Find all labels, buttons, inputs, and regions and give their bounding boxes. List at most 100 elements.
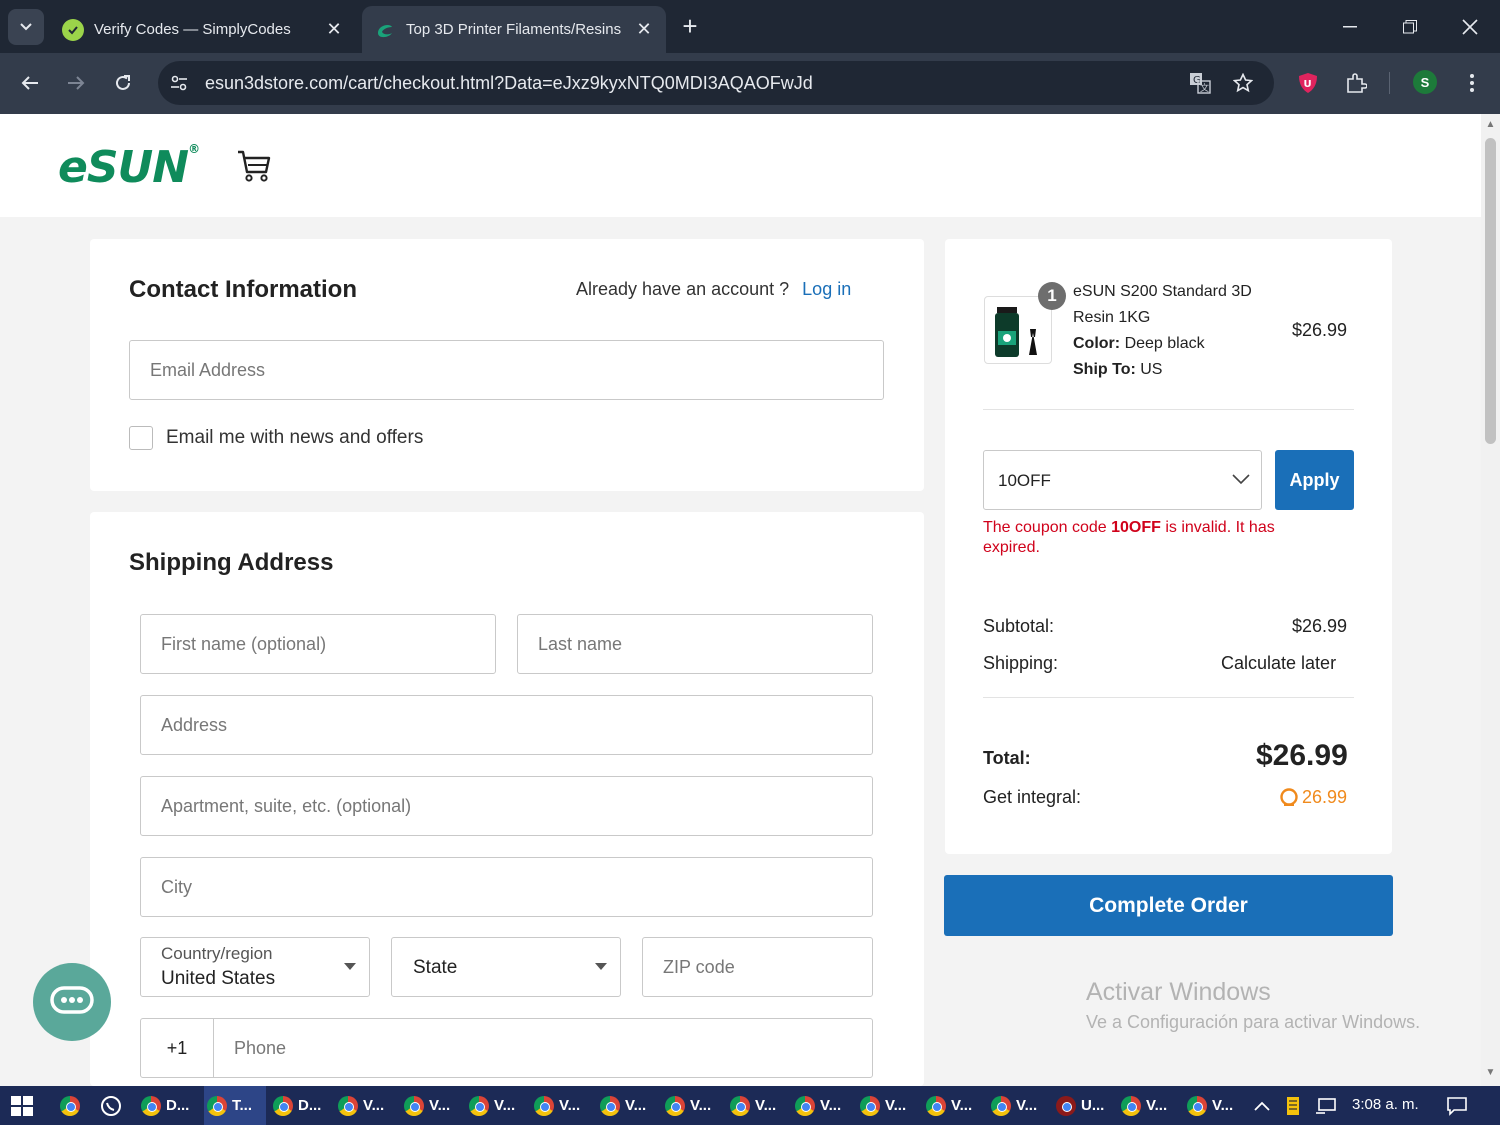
complete-order-button[interactable]: Complete Order [944, 875, 1393, 936]
minimize-button[interactable] [1330, 10, 1370, 44]
network-icon[interactable] [1315, 1086, 1337, 1125]
taskbar-window-button[interactable]: V... [531, 1086, 593, 1125]
close-window-button[interactable] [1450, 10, 1490, 44]
taskbar-window-button[interactable]: V... [923, 1086, 985, 1125]
login-link[interactable]: Log in [802, 279, 851, 299]
chrome-icon [207, 1095, 227, 1116]
address-bar[interactable]: esun3dstore.com/cart/checkout.html?Data=… [158, 61, 1274, 105]
taskbar-chrome-pinned[interactable] [60, 1086, 80, 1125]
taskbar-window-button[interactable]: V... [662, 1086, 724, 1125]
apartment-field[interactable] [140, 776, 873, 836]
taskbar-window-label: V... [1016, 1097, 1038, 1114]
action-center-icon[interactable] [1446, 1086, 1468, 1125]
chrome-icon [926, 1095, 946, 1116]
ublock-extension-icon[interactable]: U [1293, 68, 1323, 98]
forward-button[interactable] [60, 67, 92, 99]
country-select[interactable]: Country/region United States [140, 937, 370, 997]
chrome-icon [534, 1095, 554, 1116]
integral-value: 26.99 [1302, 787, 1348, 807]
newsletter-checkbox[interactable] [129, 426, 153, 450]
browser-tab-esun[interactable]: Top 3D Printer Filaments/Resins ✕ [362, 6, 666, 53]
taskbar-window-button[interactable]: V... [466, 1086, 528, 1125]
browser-menu-icon[interactable] [1457, 68, 1487, 98]
esun-logo[interactable]: eSUN® [58, 142, 200, 193]
extensions-puzzle-icon[interactable] [1341, 68, 1371, 98]
taskbar-window-label: V... [494, 1097, 516, 1114]
page-scrollbar[interactable]: ▲ ▼ [1481, 114, 1500, 1086]
taskbar-window-button[interactable]: V... [335, 1086, 397, 1125]
taskbar-window-button[interactable]: D... [270, 1086, 332, 1125]
first-name-input[interactable] [141, 615, 495, 673]
show-hidden-icons[interactable] [1254, 1086, 1270, 1125]
taskbar-window-button[interactable]: V... [401, 1086, 463, 1125]
taskbar-window-button[interactable]: V... [1184, 1086, 1246, 1125]
coupon-select[interactable]: 10OFF [983, 450, 1262, 510]
taskbar-window-label: D... [298, 1097, 322, 1114]
city-input[interactable] [141, 858, 872, 916]
profile-avatar[interactable]: S [1413, 70, 1437, 94]
email-field[interactable] [129, 340, 884, 400]
last-name-input[interactable] [518, 615, 872, 673]
windows-activation-subtitle: Ve a Configuración para activar Windows. [1086, 1012, 1421, 1032]
apartment-input[interactable] [141, 777, 872, 835]
phone-country-code[interactable]: +1 [141, 1019, 214, 1077]
close-tab-icon[interactable]: ✕ [324, 19, 344, 40]
phone-field[interactable]: +1 [140, 1018, 873, 1078]
back-button[interactable] [14, 67, 46, 99]
tab-title: Top 3D Printer Filaments/Resins [406, 21, 622, 38]
toolbar-divider [1389, 72, 1390, 94]
integral-row: 26.99 [1279, 787, 1347, 808]
chat-support-button[interactable] [33, 963, 111, 1041]
taskbar-window-button[interactable]: V... [988, 1086, 1050, 1125]
reload-button[interactable] [107, 67, 139, 99]
taskbar-clock[interactable]: 3:08 a. m. [1352, 1096, 1419, 1113]
tab-search-button[interactable] [8, 9, 44, 45]
taskbar-window-button[interactable]: T... [204, 1086, 266, 1125]
shopping-cart-icon[interactable] [236, 148, 272, 184]
product-ship-row: Ship To: US [1073, 357, 1162, 383]
last-name-field[interactable] [517, 614, 873, 674]
integral-label: Get integral: [983, 787, 1082, 807]
first-name-field[interactable] [140, 614, 496, 674]
close-tab-icon[interactable]: ✕ [634, 19, 654, 40]
phone-input[interactable] [214, 1019, 872, 1077]
tray-notes-icon[interactable] [1286, 1086, 1300, 1125]
taskbar-window-button[interactable]: D... [138, 1086, 200, 1125]
site-info-icon[interactable] [167, 71, 191, 95]
bookmark-star-icon[interactable] [1231, 71, 1255, 95]
scroll-up-icon[interactable]: ▲ [1485, 120, 1496, 130]
taskbar-window-label: V... [951, 1097, 973, 1114]
taskbar-window-button[interactable]: V... [1118, 1086, 1180, 1125]
new-tab-button[interactable]: + [676, 12, 704, 40]
address-field[interactable] [140, 695, 873, 755]
city-field[interactable] [140, 857, 873, 917]
windows-taskbar: D... T... D... V... V... V... V... V... V... V...… [0, 1086, 1500, 1125]
taskbar-window-button[interactable]: V... [727, 1086, 789, 1125]
scrollbar-thumb[interactable] [1485, 138, 1496, 444]
product-name: eSUN S200 Standard 3D Resin 1KG [1073, 283, 1252, 326]
arrow-right-icon [68, 76, 85, 90]
zip-input[interactable] [643, 938, 872, 996]
browser-tab-simplycodes[interactable]: Verify Codes — SimplyCodes ✕ [50, 6, 356, 53]
product-price: $26.99 [1292, 320, 1348, 340]
taskbar-window-button[interactable]: V... [792, 1086, 854, 1125]
chevron-down-icon [1232, 474, 1250, 485]
start-button[interactable] [10, 1086, 34, 1125]
total-value: $26.99 [1256, 739, 1348, 772]
restore-button[interactable] [1390, 10, 1430, 44]
taskbar-window-button[interactable]: U... [1053, 1086, 1115, 1125]
taskbar-window-button[interactable]: V... [857, 1086, 919, 1125]
chevron-up-icon [1254, 1101, 1270, 1111]
translate-icon[interactable]: G文 [1188, 71, 1212, 95]
email-input[interactable] [130, 341, 883, 399]
scroll-down-icon[interactable]: ▼ [1485, 1068, 1496, 1078]
address-input[interactable] [141, 696, 872, 754]
caret-down-icon [344, 963, 356, 970]
taskbar-whatsapp[interactable] [100, 1086, 122, 1125]
chrome-icon [860, 1095, 880, 1116]
chevron-down-icon [20, 23, 32, 31]
zip-field[interactable] [642, 937, 873, 997]
state-select[interactable]: State [391, 937, 621, 997]
taskbar-window-button[interactable]: V... [597, 1086, 659, 1125]
apply-coupon-button[interactable]: Apply [1275, 450, 1354, 510]
